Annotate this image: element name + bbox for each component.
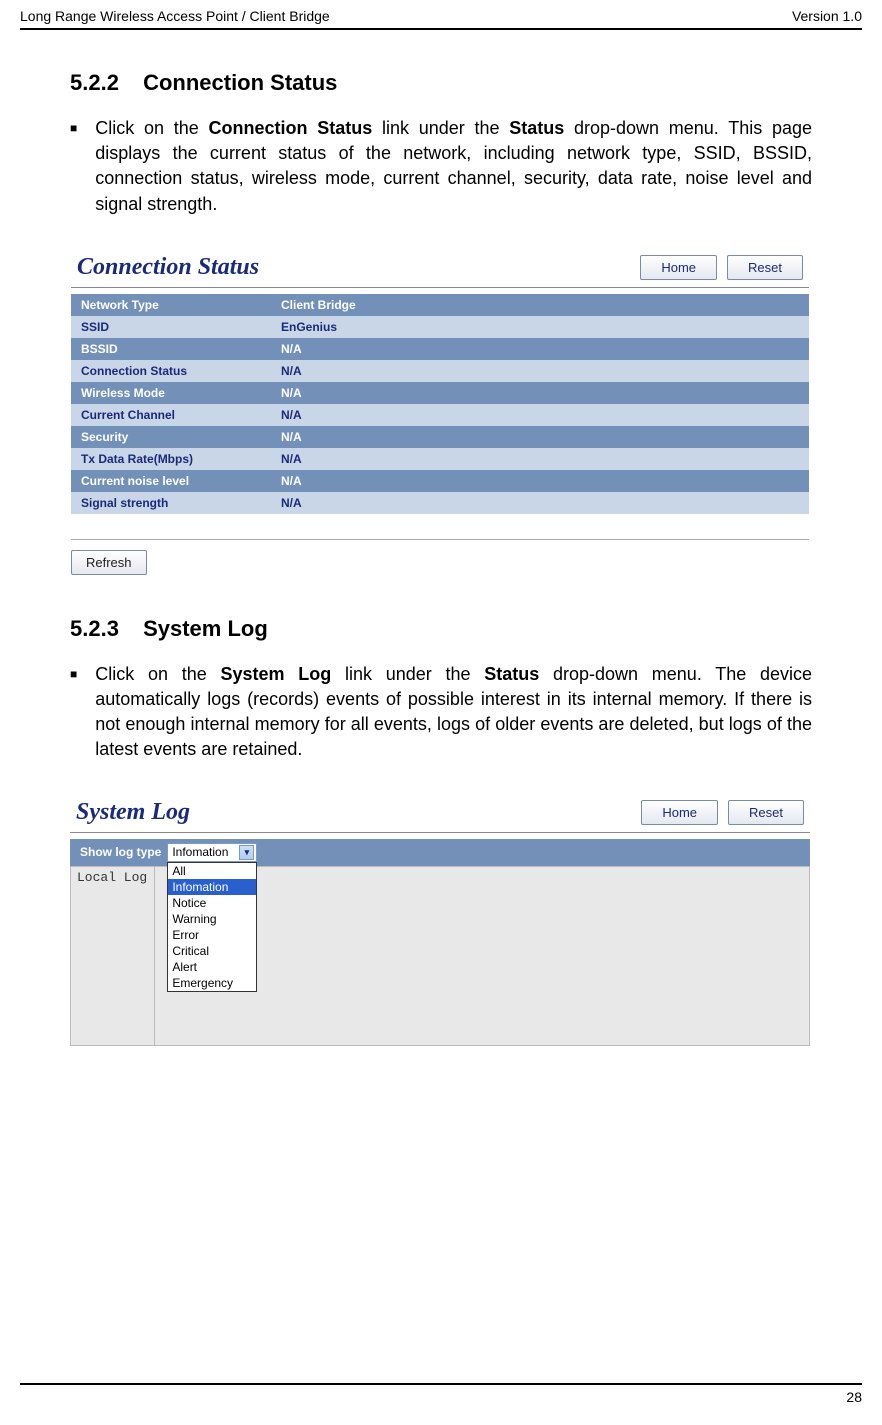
reset-button[interactable]: Reset	[728, 800, 804, 825]
dropdown-option[interactable]: Notice	[168, 895, 256, 911]
reset-button[interactable]: Reset	[727, 255, 803, 280]
connection-status-panel: Connection Status Home Reset Network Typ…	[70, 245, 810, 576]
table-row: Current ChannelN/A	[71, 404, 809, 426]
dropdown-option[interactable]: Critical	[168, 943, 256, 959]
table-row: Tx Data Rate(Mbps)N/A	[71, 448, 809, 470]
panel-title: System Log	[76, 799, 190, 826]
dropdown-option[interactable]: All	[168, 863, 256, 879]
table-row: Wireless ModeN/A	[71, 382, 809, 404]
home-button[interactable]: Home	[640, 255, 717, 280]
refresh-button[interactable]: Refresh	[71, 550, 147, 575]
table-row: BSSIDN/A	[71, 338, 809, 360]
section-5-2-2-heading: 5.2.2 Connection Status	[70, 70, 812, 96]
document-header: Long Range Wireless Access Point / Clien…	[20, 0, 862, 30]
dropdown-option[interactable]: Alert	[168, 959, 256, 975]
system-log-panel: System Log Home Reset Show log type Info…	[70, 791, 810, 1046]
bullet-icon: ■	[70, 116, 77, 217]
header-left: Long Range Wireless Access Point / Clien…	[20, 8, 330, 24]
status-table: Network TypeClient Bridge SSIDEnGenius B…	[71, 294, 809, 514]
table-row: Connection StatusN/A	[71, 360, 809, 382]
log-type-label: Show log type	[80, 845, 161, 859]
header-right: Version 1.0	[792, 8, 862, 24]
section-5-2-3-paragraph: ■ Click on the System Log link under the…	[70, 662, 812, 763]
panel-title: Connection Status	[77, 254, 259, 281]
log-type-dropdown[interactable]: Infomation ▾ All Infomation Notice Warni…	[167, 843, 257, 862]
dropdown-option[interactable]: Infomation	[168, 879, 256, 895]
table-row: Signal strengthN/A	[71, 492, 809, 514]
table-row: Current noise levelN/A	[71, 470, 809, 492]
document-footer: 28	[20, 1383, 862, 1405]
home-button[interactable]: Home	[641, 800, 718, 825]
dropdown-option[interactable]: Error	[168, 927, 256, 943]
page-number: 28	[846, 1389, 862, 1405]
chevron-down-icon[interactable]: ▾	[239, 845, 254, 860]
bullet-icon: ■	[70, 662, 77, 763]
dropdown-options: All Infomation Notice Warning Error Crit…	[167, 862, 257, 992]
section-5-2-3-heading: 5.2.3 System Log	[70, 616, 812, 642]
log-left-column: Local Log	[70, 866, 155, 1046]
dropdown-option[interactable]: Warning	[168, 911, 256, 927]
table-row: Network TypeClient Bridge	[71, 294, 809, 316]
table-row: SecurityN/A	[71, 426, 809, 448]
dropdown-option[interactable]: Emergency	[168, 975, 256, 991]
table-row: SSIDEnGenius	[71, 316, 809, 338]
section-5-2-2-paragraph: ■ Click on the Connection Status link un…	[70, 116, 812, 217]
